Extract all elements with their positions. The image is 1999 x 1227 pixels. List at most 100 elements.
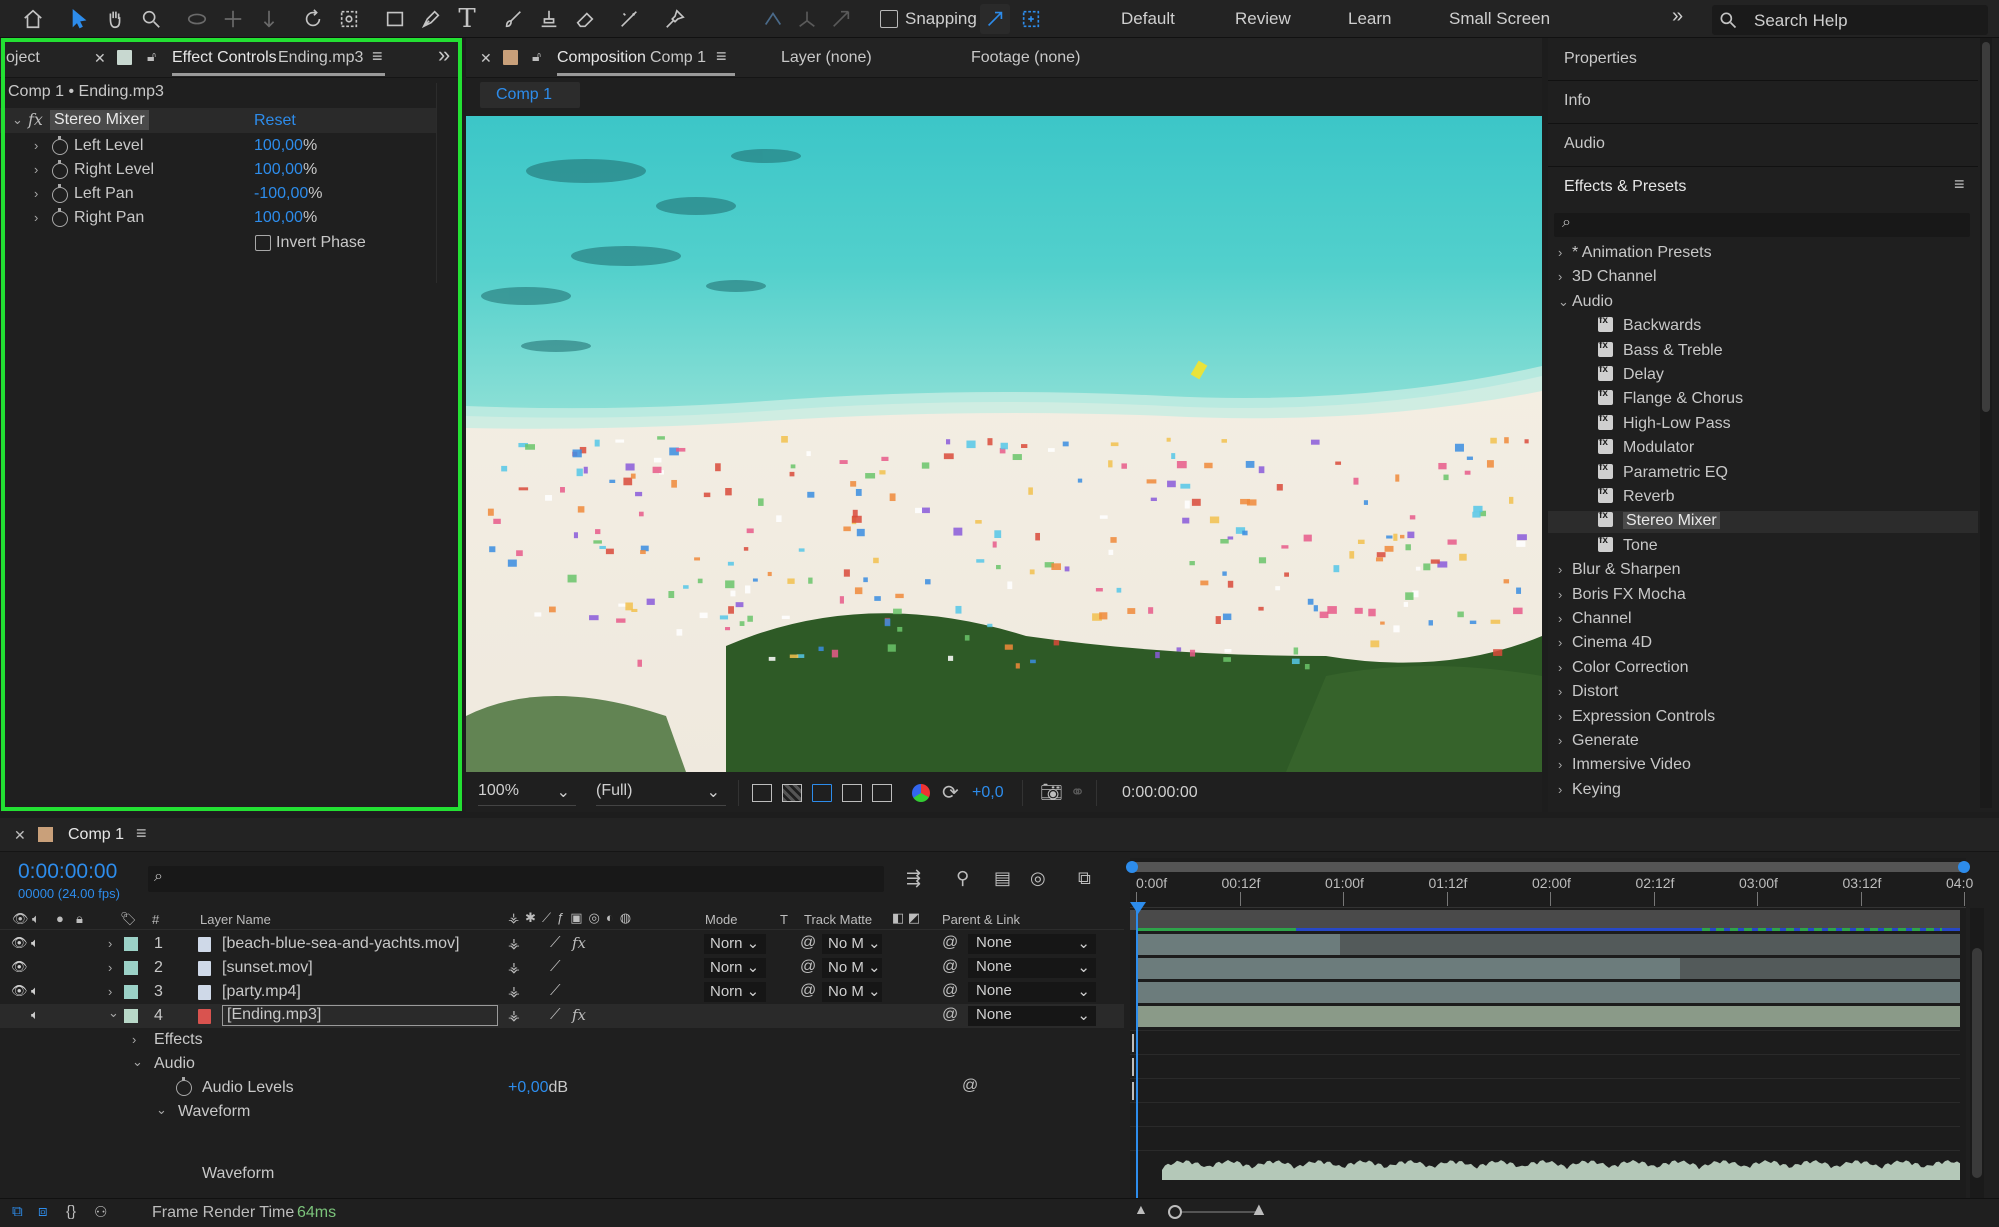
layer-bar-2-tail[interactable]: [1680, 958, 1960, 979]
effect-item-flange-chorus[interactable]: Flange & Chorus: [1598, 388, 1743, 412]
fx-switch-icon[interactable]: fx: [572, 1006, 586, 1024]
blend-mode-dropdown[interactable]: Norn ⌄: [704, 982, 766, 1002]
layer-switches-toggle-icon[interactable]: ⧉: [12, 1203, 23, 1220]
search-help-field[interactable]: Search Help: [1712, 5, 1988, 35]
quality-switch-icon[interactable]: ⟋: [550, 958, 561, 975]
timeline-scrollbar-thumb[interactable]: [1972, 948, 1982, 1178]
comp-mini-flowchart-icon[interactable]: ⇶: [906, 868, 921, 889]
snapping-checkbox[interactable]: [880, 10, 898, 28]
layer-bar-3[interactable]: [1136, 982, 1960, 1003]
effect-category-generate[interactable]: › Generate: [1558, 732, 1639, 754]
in-out-toggle-icon[interactable]: {}: [66, 1203, 76, 1220]
viewer-timecode[interactable]: 0:00:00:00: [1122, 784, 1198, 802]
close-tab-icon[interactable]: ✕: [480, 50, 492, 67]
effect-category-audio[interactable]: ⌄ Audio: [1558, 293, 1613, 315]
layer-bar-2[interactable]: [1136, 958, 1680, 979]
work-area-start-handle[interactable]: [1126, 861, 1138, 873]
parent-pickwhip-icon[interactable]: @: [942, 1006, 958, 1024]
playhead-marker[interactable]: [1130, 902, 1146, 914]
layer-row-1[interactable]: 👁︎ 🔈︎ › 1 [beach-blue-sea-and-yachts.mov] ⚶ ⟋ f…: [0, 932, 1124, 956]
panel-menu-icon[interactable]: ≡: [136, 823, 147, 844]
parent-dropdown[interactable]: None ⌄: [968, 982, 1096, 1002]
effect-item-modulator[interactable]: Modulator: [1598, 437, 1694, 461]
chevron-right-icon[interactable]: ›: [108, 960, 112, 975]
blend-mode-dropdown[interactable]: Norn ⌄: [704, 934, 766, 954]
workspace-review[interactable]: Review: [1235, 9, 1291, 29]
panel-menu-icon[interactable]: ≡: [372, 46, 383, 67]
audio-speaker-icon[interactable]: 🔈︎: [31, 1007, 39, 1023]
home-icon[interactable]: [18, 4, 48, 34]
resolution-dropdown[interactable]: (Full) ⌄: [596, 782, 726, 806]
audio-group-label[interactable]: Audio: [154, 1055, 195, 1073]
timeline-track-area[interactable]: 0:00f 00:12f 01:00f 01:12f 02:00f 02:12f 03:00…: [1126, 858, 1973, 1198]
chevron-down-icon[interactable]: ⌄: [132, 1054, 143, 1070]
effect-item-stereo-mixer[interactable]: Stereo Mixer: [1598, 510, 1720, 534]
audio-speaker-icon[interactable]: 🔈︎: [31, 983, 39, 999]
parent-dropdown[interactable]: None ⌄: [968, 958, 1096, 978]
show-snapshot-icon[interactable]: ⚭: [1070, 782, 1085, 803]
shy-switch-icon[interactable]: ⚶: [508, 983, 520, 1000]
effect-item-bass-treble[interactable]: Bass & Treble: [1598, 340, 1723, 364]
param-value[interactable]: 100,00%: [254, 137, 317, 155]
effect-category-blur-sharpen[interactable]: › Blur & Sharpen: [1558, 561, 1681, 583]
properties-panel-header[interactable]: Properties: [1564, 50, 1637, 68]
scrollbar-track[interactable]: [1980, 38, 1992, 808]
work-area-bar[interactable]: [1126, 861, 1970, 873]
selection-tool-icon[interactable]: [64, 4, 94, 34]
chevron-right-icon[interactable]: ›: [34, 186, 38, 201]
layer-label-color[interactable]: [124, 985, 138, 999]
parent-pickwhip-icon[interactable]: @: [942, 934, 958, 952]
parent-dropdown[interactable]: None ⌄: [968, 1006, 1096, 1026]
close-tab-icon[interactable]: ✕: [94, 50, 106, 67]
axis-local-icon[interactable]: [758, 4, 788, 34]
hand-tool-icon[interactable]: [100, 4, 130, 34]
waveform-group-label[interactable]: Waveform: [178, 1103, 250, 1121]
stopwatch-icon[interactable]: [176, 1077, 192, 1096]
effect-item-reverb[interactable]: Reverb: [1598, 486, 1675, 510]
layer-name[interactable]: [party.mp4]: [222, 983, 301, 1001]
parent-pickwhip-icon[interactable]: @: [942, 958, 958, 976]
invert-phase-checkbox[interactable]: [255, 235, 271, 251]
effect-item-delay[interactable]: Delay: [1598, 364, 1664, 388]
zoom-tool-icon[interactable]: [136, 4, 166, 34]
layer-bar-1-tail[interactable]: [1340, 934, 1960, 955]
magnification-dropdown[interactable]: 100% ⌄: [478, 782, 576, 806]
layer-name[interactable]: [sunset.mov]: [222, 959, 313, 977]
effect-category-cinema-4d[interactable]: › Cinema 4D: [1558, 634, 1652, 656]
reset-link[interactable]: Reset: [254, 112, 296, 130]
lock-icon[interactable]: 🔓︎: [147, 48, 156, 65]
tab-project[interactable]: oject: [6, 49, 40, 67]
info-panel-header[interactable]: Info: [1564, 92, 1591, 110]
brush-tool-icon[interactable]: [498, 4, 528, 34]
tab-effect-controls-layer[interactable]: Ending.mp3: [278, 49, 363, 67]
shy-layers-icon[interactable]: ⚲: [956, 868, 969, 889]
chevron-right-icon[interactable]: ›: [108, 936, 112, 951]
effect-item-parametric-eq[interactable]: Parametric EQ: [1598, 462, 1728, 486]
parent-dropdown[interactable]: None ⌄: [968, 934, 1096, 954]
mask-path-icon[interactable]: [812, 784, 832, 802]
panel-menu-icon[interactable]: ≡: [716, 46, 727, 67]
close-tab-icon[interactable]: ✕: [14, 827, 26, 844]
effects-search-input[interactable]: ⌕: [1554, 213, 1970, 237]
region-of-interest-icon[interactable]: [842, 784, 862, 802]
chevron-right-icon[interactable]: ›: [34, 210, 38, 225]
channel-icon[interactable]: [912, 784, 930, 802]
effect-item-tone[interactable]: Tone: [1598, 535, 1658, 559]
current-time-indicator[interactable]: [1136, 910, 1138, 1198]
pen-tool-icon[interactable]: [416, 4, 446, 34]
effects-presets-header[interactable]: Effects & Presets: [1564, 178, 1686, 196]
shy-switch-icon[interactable]: ⚶: [508, 935, 520, 952]
layer-label-color[interactable]: [124, 937, 138, 951]
layer-row-3[interactable]: 👁︎ 🔈︎ › 3 [party.mp4] ⚶ ⟋ Norn ⌄ @ No M ⌄ @ None ⌄: [0, 980, 1124, 1004]
param-value[interactable]: -100,00%: [254, 185, 323, 203]
quality-switch-icon[interactable]: ⟋: [550, 934, 561, 951]
param-value[interactable]: 100,00%: [254, 209, 317, 227]
track-matte-pickwhip-icon[interactable]: @: [800, 982, 816, 1000]
tab-effect-controls[interactable]: Effect Controls: [172, 49, 277, 67]
grid-guides-icon[interactable]: [872, 784, 892, 802]
zoom-out-icon[interactable]: ▲: [1134, 1201, 1148, 1217]
track-matte-pickwhip-icon[interactable]: @: [800, 934, 816, 952]
stopwatch-icon[interactable]: [52, 160, 68, 179]
snapshot-camera-icon[interactable]: 📷︎: [1040, 782, 1063, 803]
clone-stamp-icon[interactable]: [534, 4, 564, 34]
